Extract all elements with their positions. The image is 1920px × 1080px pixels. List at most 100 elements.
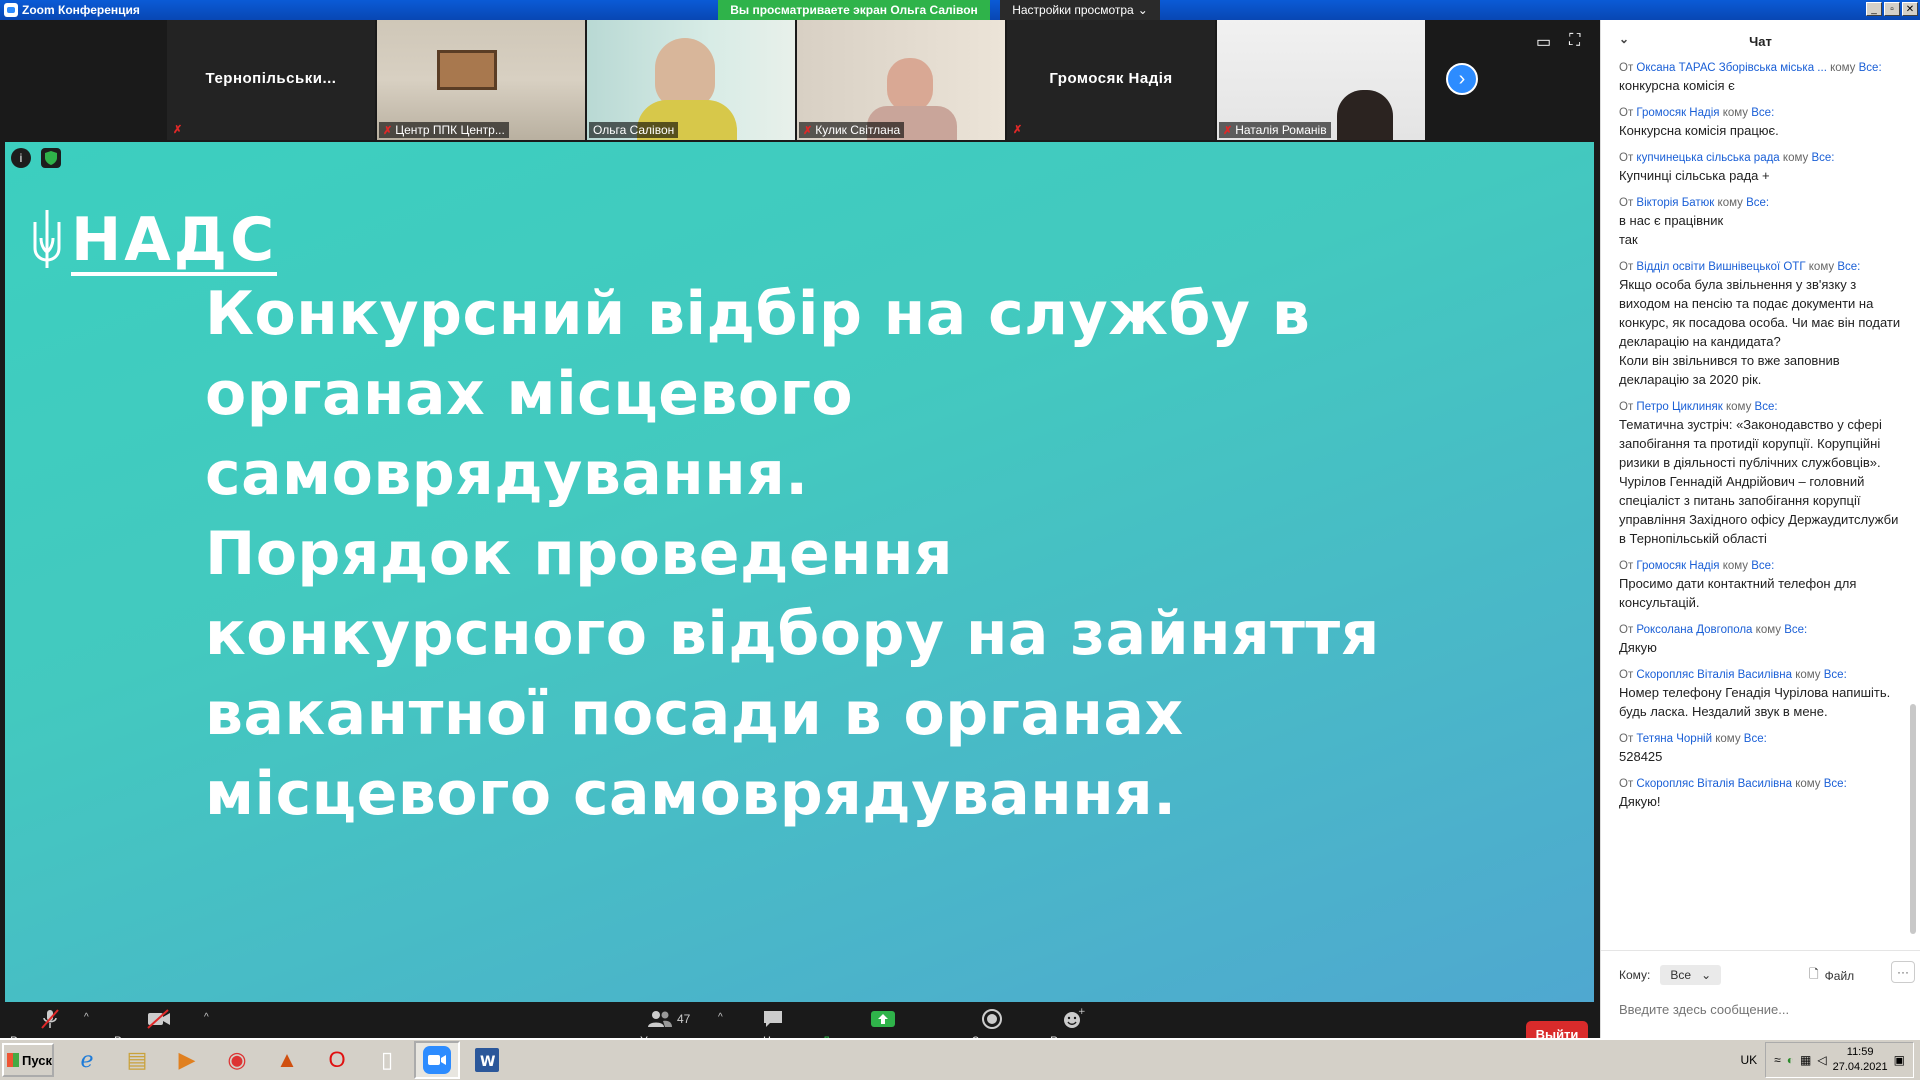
- participant-label: ✗ Наталія Романів: [1219, 122, 1331, 138]
- tray-expand-icon[interactable]: ≈: [1774, 1053, 1781, 1067]
- chat-panel: ⌄ Чат От Оксана ТАРАС Зборівська міська …: [1600, 20, 1920, 1038]
- language-indicator[interactable]: UK: [1741, 1053, 1758, 1067]
- clock[interactable]: 11:59 27.04.2021: [1833, 1045, 1888, 1075]
- chat-to-word: кому: [1755, 624, 1781, 636]
- layout-controls: ▭ ⛶: [1536, 32, 1580, 52]
- chat-sender[interactable]: Вікторія Батюк: [1636, 197, 1714, 209]
- nads-logo: НАДС: [29, 208, 278, 276]
- chat-sender[interactable]: Роксолана Довгопола: [1636, 624, 1752, 636]
- zoom-taskbar-icon[interactable]: [414, 1041, 460, 1079]
- smiley-icon: +: [1061, 1008, 1085, 1030]
- more-options-button[interactable]: ···: [1891, 961, 1915, 983]
- acrobat-icon[interactable]: ▲: [264, 1041, 310, 1079]
- file-label: Файл: [1824, 968, 1855, 983]
- file-button[interactable]: 🗋 Файл: [1809, 965, 1854, 986]
- security-tray-icon[interactable]: ◐: [1787, 1053, 1794, 1067]
- audio-options-caret[interactable]: ^: [84, 1012, 89, 1023]
- document-icon[interactable]: ▯: [364, 1041, 410, 1079]
- info-icon[interactable]: i: [11, 148, 31, 168]
- chat-message-header: От Скоропляс Віталія Василівна кому Все:: [1619, 776, 1904, 792]
- chat-sender[interactable]: Громосяк Надія: [1636, 107, 1719, 119]
- minimize-button[interactable]: _: [1866, 2, 1882, 16]
- fullscreen-icon[interactable]: ⛶: [1569, 32, 1580, 52]
- participant-name: Ольга Салівон: [593, 123, 675, 137]
- chat-message-text: Конкурсна комісія працює.: [1619, 123, 1779, 138]
- security-shield-icon[interactable]: [41, 148, 61, 168]
- chat-message: От Відділ освіти Вишнівецької ОТГ кому В…: [1619, 259, 1904, 389]
- video-options-caret[interactable]: ^: [204, 1012, 209, 1023]
- chat-sender[interactable]: Тетяна Чорній: [1636, 733, 1712, 745]
- participant-tile-active[interactable]: Ольга Салівон: [587, 20, 795, 140]
- windows-logo-icon: [7, 1053, 19, 1067]
- gallery-layout-icon[interactable]: ▭: [1536, 32, 1551, 52]
- chrome-icon[interactable]: ◉: [214, 1041, 260, 1079]
- chat-message-header: От купчинецька сільська рада кому Все:: [1619, 150, 1904, 166]
- chat-sender[interactable]: Скоропляс Віталія Василівна: [1636, 778, 1792, 790]
- close-button[interactable]: ✕: [1902, 2, 1918, 16]
- recipient-select[interactable]: Все ⌄: [1660, 965, 1722, 985]
- chat-message: От Скоропляс Віталія Василівна кому Все:…: [1619, 776, 1904, 811]
- slide-title: Конкурсний відбір на службу в органах мі…: [205, 274, 1405, 834]
- chat-sender[interactable]: Громосяк Надія: [1636, 560, 1719, 572]
- chat-recipient: Все:: [1837, 261, 1861, 273]
- network-tray-icon[interactable]: ▦: [1800, 1053, 1811, 1067]
- participant-tile[interactable]: Громосяк Надія ✗: [1007, 20, 1215, 140]
- opera-icon[interactable]: O: [314, 1041, 360, 1079]
- chevron-right-icon: ›: [1458, 67, 1466, 90]
- recipient-value: Все: [1670, 968, 1692, 982]
- participant-tile[interactable]: Тернопільськи... ✗: [167, 20, 375, 140]
- chat-sender[interactable]: Оксана ТАРАС Зборівська міська ...: [1636, 62, 1826, 74]
- volume-tray-icon[interactable]: ◁: [1817, 1053, 1826, 1067]
- next-page-button[interactable]: ›: [1446, 63, 1478, 95]
- meeting-info-icons: i: [11, 148, 61, 168]
- chat-sender[interactable]: Скоропляс Віталія Василівна: [1636, 669, 1792, 681]
- media-player-icon[interactable]: ▶: [164, 1041, 210, 1079]
- participants-icon: 47: [647, 1008, 690, 1030]
- chat-sender[interactable]: Відділ освіти Вишнівецької ОТГ: [1636, 261, 1805, 273]
- chat-to-word: кому: [1717, 197, 1743, 209]
- internet-explorer-icon[interactable]: ℯ: [64, 1041, 110, 1079]
- recipient-row: Кому: Все ⌄: [1619, 965, 1722, 985]
- view-options-button[interactable]: Настройки просмотра ⌄: [1000, 0, 1160, 20]
- view-options-label: Настройки просмотра: [1012, 3, 1134, 17]
- chat-compose: Кому: Все ⌄ 🗋 Файл ···: [1601, 950, 1920, 1038]
- word-icon[interactable]: W: [464, 1041, 510, 1079]
- chat-header: ⌄ Чат: [1601, 20, 1920, 62]
- start-button[interactable]: Пуск: [2, 1043, 54, 1077]
- chat-message-header: От Петро Циклиняк кому Все:: [1619, 399, 1904, 415]
- chat-from-prefix: От: [1619, 624, 1634, 636]
- participant-tile[interactable]: ✗ Центр ППК Центр...: [377, 20, 585, 140]
- chat-message-header: От Оксана ТАРАС Зборівська міська ... ко…: [1619, 60, 1904, 76]
- chat-recipient: Все:: [1751, 107, 1775, 119]
- chat-message: От Скоропляс Віталія Василівна кому Все:…: [1619, 667, 1904, 721]
- chat-message-input[interactable]: [1619, 997, 1899, 1021]
- participant-name: Центр ППК Центр...: [395, 123, 505, 137]
- chat-from-prefix: От: [1619, 62, 1634, 74]
- chat-sender[interactable]: купчинецька сільська рада: [1636, 152, 1779, 164]
- chat-to-word: кому: [1726, 401, 1752, 413]
- scrollbar-thumb[interactable]: [1910, 704, 1916, 934]
- chat-message: От Громосяк Надія кому Все: Просимо дати …: [1619, 558, 1904, 612]
- file-explorer-icon[interactable]: ▤: [114, 1041, 160, 1079]
- chat-message-header: От Відділ освіти Вишнівецької ОТГ кому В…: [1619, 259, 1904, 275]
- chat-recipient: Все:: [1746, 197, 1770, 209]
- chat-message-header: От Тетяна Чорній кому Все:: [1619, 731, 1904, 747]
- record-icon: [981, 1008, 1003, 1030]
- chat-message-header: От Громосяк Надія кому Все:: [1619, 558, 1904, 574]
- svg-text:W: W: [480, 1054, 495, 1070]
- mic-muted-icon: [39, 1008, 61, 1030]
- os-taskbar: Пуск ℯ ▤ ▶ ◉ ▲ O ▯ W UK ≈ ◐ ▦ ◁ 11:59 27…: [0, 1038, 1920, 1080]
- desktop-icon[interactable]: ▣: [1894, 1053, 1905, 1067]
- chevron-down-icon: ⌄: [1137, 3, 1148, 17]
- maximize-button[interactable]: ▫: [1884, 2, 1900, 16]
- chat-message: От Роксолана Довгопола кому Все: Дякую: [1619, 622, 1904, 657]
- chevron-down-icon[interactable]: ⌄: [1619, 32, 1629, 46]
- chat-sender[interactable]: Петро Циклиняк: [1636, 401, 1722, 413]
- participant-tile[interactable]: ✗ Кулик Світлана: [797, 20, 1005, 140]
- chat-message: От Громосяк Надія кому Все: Конкурсна ком…: [1619, 105, 1904, 140]
- participants-options-caret[interactable]: ^: [718, 1012, 723, 1023]
- participant-tile[interactable]: ✗ Наталія Романів: [1217, 20, 1425, 140]
- chat-scrollbar[interactable]: [1910, 64, 1916, 944]
- chat-message-text: Дякую!: [1619, 794, 1661, 809]
- chat-from-prefix: От: [1619, 197, 1634, 209]
